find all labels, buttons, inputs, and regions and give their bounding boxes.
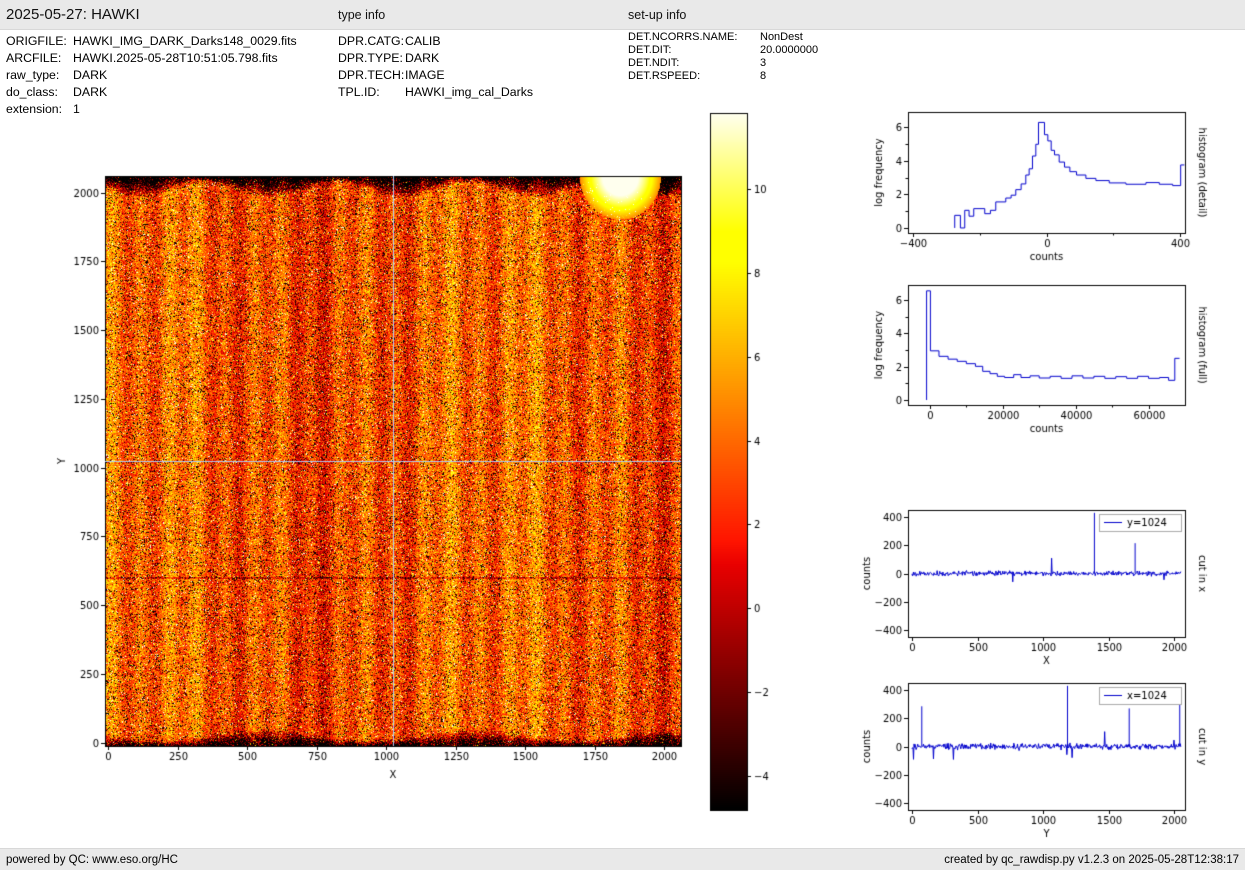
footer-bar: powered by QC: www.eso.org/HC created by… [0, 848, 1245, 870]
metadata-label: DET.RSPEED: [628, 70, 701, 82]
metadata-label: raw_type: [6, 68, 60, 82]
setup-info-list: DET.NCORRS.NAME: NonDest DET.DIT: 20.000000… [628, 31, 818, 83]
metadata-label: ORIGFILE: [6, 34, 67, 48]
type-info-list: DPR.CATG: CALIB DPR.TYPE: DARK DPR.TECH: IMAG… [338, 33, 533, 101]
header-bar: 2025-05-27: HAWKI type info set-up info [0, 0, 1245, 30]
metadata-row: ARCFILE: HAWKI.2025-05-28T10:51:05.798.fi… [6, 50, 297, 67]
metadata-label: DPR.TYPE: [338, 51, 403, 65]
metadata-row: raw_type: DARK [6, 67, 297, 84]
metadata-value: CALIB [405, 34, 441, 48]
metadata-row: DET.RSPEED: 8 [628, 70, 818, 83]
metadata-value: NonDest [760, 31, 803, 43]
metadata-value: IMAGE [405, 68, 445, 82]
metadata-label: DET.DIT: [628, 44, 672, 56]
metadata-value: HAWKI.2025-05-28T10:51:05.798.fits [73, 51, 278, 65]
metadata-row: DET.DIT: 20.0000000 [628, 44, 818, 57]
footer-left-text: powered by QC: www.eso.org/HC [6, 853, 178, 866]
metadata-label: DET.NDIT: [628, 57, 680, 69]
metadata-value: 20.0000000 [760, 44, 819, 56]
metadata-row: DPR.TECH: IMAGE [338, 67, 533, 84]
metadata-value: 3 [760, 57, 767, 69]
metadata-value: 8 [760, 70, 767, 82]
metadata-row: DET.NCORRS.NAME: NonDest [628, 31, 818, 44]
histogram-detail-plot [855, 95, 1245, 285]
metadata-label: ARCFILE: [6, 51, 62, 65]
metadata-label: DPR.CATG: [338, 34, 405, 48]
type-info-heading: type info [338, 8, 386, 22]
metadata-value: DARK [73, 68, 108, 82]
metadata-row: DPR.CATG: CALIB [338, 33, 533, 50]
page-title: 2025-05-27: HAWKI [6, 6, 140, 23]
metadata-label: DPR.TECH: [338, 68, 405, 82]
metadata-label: DET.NCORRS.NAME: [628, 31, 738, 43]
cut-in-x-plot [855, 495, 1245, 695]
metadata-row: ORIGFILE: HAWKI_IMG_DARK_Darks148_0029.fi… [6, 33, 297, 50]
footer-right-text: created by qc_rawdisp.py v1.2.3 on 2025-… [944, 853, 1239, 866]
colorbar [700, 100, 800, 825]
metadata-value: HAWKI_IMG_DARK_Darks148_0029.fits [73, 34, 297, 48]
raw-image-plot [30, 95, 720, 810]
setup-info-heading: set-up info [628, 8, 687, 22]
metadata-value: DARK [405, 51, 440, 65]
histogram-full-plot [855, 268, 1245, 458]
metadata-row: DPR.TYPE: DARK [338, 50, 533, 67]
cut-in-y-plot [855, 668, 1245, 868]
metadata-row: DET.NDIT: 3 [628, 57, 818, 70]
